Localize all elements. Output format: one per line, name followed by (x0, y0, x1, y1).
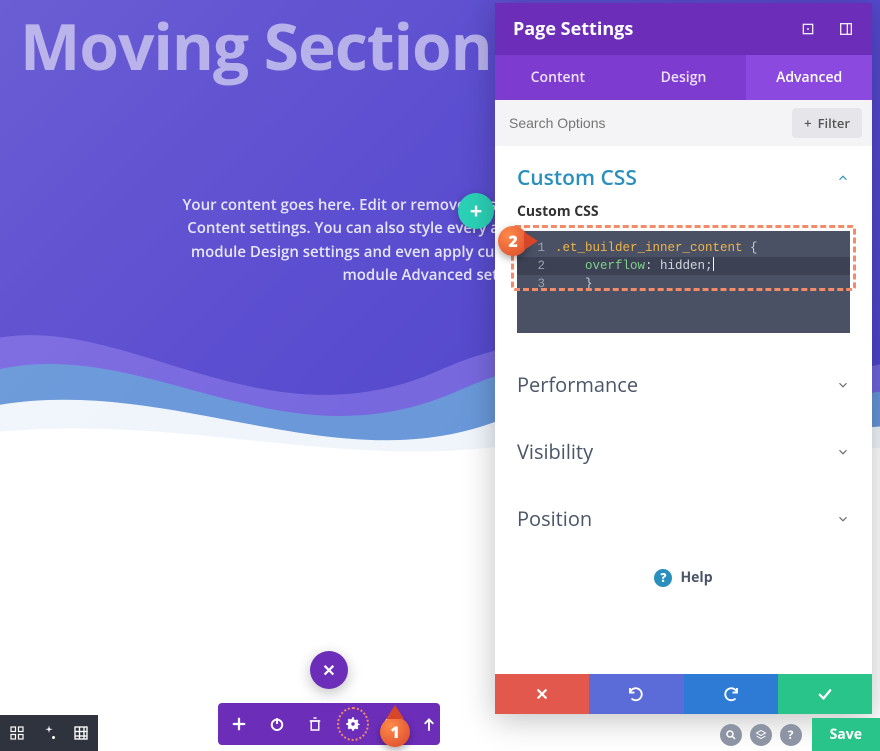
view-mode-bar (0, 715, 98, 751)
trash-icon[interactable] (306, 714, 324, 734)
plus-icon: + (470, 196, 483, 226)
section-title-visibility: Visibility (517, 438, 593, 465)
close-icon: ✕ (322, 659, 335, 681)
annotation-badge-2: 2 (498, 226, 528, 256)
code-brace: } (585, 277, 593, 291)
confirm-button[interactable] (778, 674, 872, 714)
layers-icon[interactable] (750, 724, 772, 746)
search-input[interactable] (505, 109, 784, 137)
chevron-down-icon (836, 378, 850, 392)
text-cursor (713, 257, 714, 271)
code-brace: { (743, 241, 758, 255)
panel-body: Custom CSS Custom CSS 1 .et_builder_inne… (495, 146, 872, 674)
code-editor-wrap: 1 .et_builder_inner_content { 2 overflow… (517, 231, 850, 333)
filter-button[interactable]: + Filter (792, 108, 862, 138)
help-label: Help (680, 568, 712, 587)
section-visibility[interactable]: Visibility (495, 418, 872, 485)
save-button[interactable]: Save (812, 718, 880, 751)
discard-button[interactable] (495, 674, 589, 714)
code-property: overflow (585, 259, 645, 273)
search-row: + Filter (495, 100, 872, 146)
annotation-badge-1: 1 (380, 717, 410, 747)
tab-content[interactable]: Content (495, 55, 621, 100)
gear-icon[interactable] (344, 714, 362, 734)
panel-tabs: Content Design Advanced (495, 55, 872, 100)
custom-css-editor[interactable]: 1 .et_builder_inner_content { 2 overflow… (517, 231, 850, 333)
wireframe-view-icon[interactable] (8, 724, 26, 742)
chevron-down-icon (836, 445, 850, 459)
dock-icon[interactable] (838, 21, 854, 37)
help-row: ? Help (495, 552, 872, 587)
panel-header: Page Settings (495, 3, 872, 55)
panel-footer (495, 674, 872, 714)
section-position[interactable]: Position (495, 485, 872, 552)
expand-icon[interactable] (800, 21, 816, 37)
help-icon: ? (654, 569, 672, 587)
close-builder-button[interactable]: ✕ (310, 651, 348, 689)
click-mode-icon[interactable] (40, 724, 58, 742)
section-title-performance: Performance (517, 371, 638, 398)
redo-button[interactable] (684, 674, 778, 714)
section-custom-css[interactable]: Custom CSS (495, 146, 872, 202)
chevron-up-icon (836, 171, 850, 185)
code-selector: .et_builder_inner_content (555, 241, 743, 255)
section-title-position: Position (517, 505, 592, 532)
power-icon[interactable] (268, 714, 286, 734)
page-settings-panel: Page Settings Content Design Advanced + … (495, 3, 872, 714)
code-value: hidden (660, 259, 705, 273)
help-link[interactable]: ? Help (654, 568, 712, 587)
grid-view-icon[interactable] (72, 724, 90, 742)
chevron-down-icon (836, 512, 850, 526)
panel-title: Page Settings (513, 17, 633, 41)
tab-design[interactable]: Design (621, 55, 747, 100)
plus-icon: + (804, 114, 811, 132)
add-module-button[interactable]: + (458, 193, 494, 229)
help-circle-icon[interactable]: ? (780, 724, 802, 746)
undo-button[interactable] (589, 674, 683, 714)
arrow-up-icon[interactable] (420, 714, 438, 734)
add-icon[interactable] (230, 714, 248, 734)
page-action-bar: ? Save (710, 718, 880, 751)
tab-advanced[interactable]: Advanced (746, 55, 872, 100)
line-number: 3 (517, 275, 555, 293)
zoom-icon[interactable] (720, 724, 742, 746)
filter-label: Filter (818, 114, 850, 132)
line-number: 2 (517, 257, 555, 275)
section-performance[interactable]: Performance (495, 351, 872, 418)
section-title-custom-css: Custom CSS (517, 164, 637, 192)
custom-css-label: Custom CSS (495, 202, 872, 227)
